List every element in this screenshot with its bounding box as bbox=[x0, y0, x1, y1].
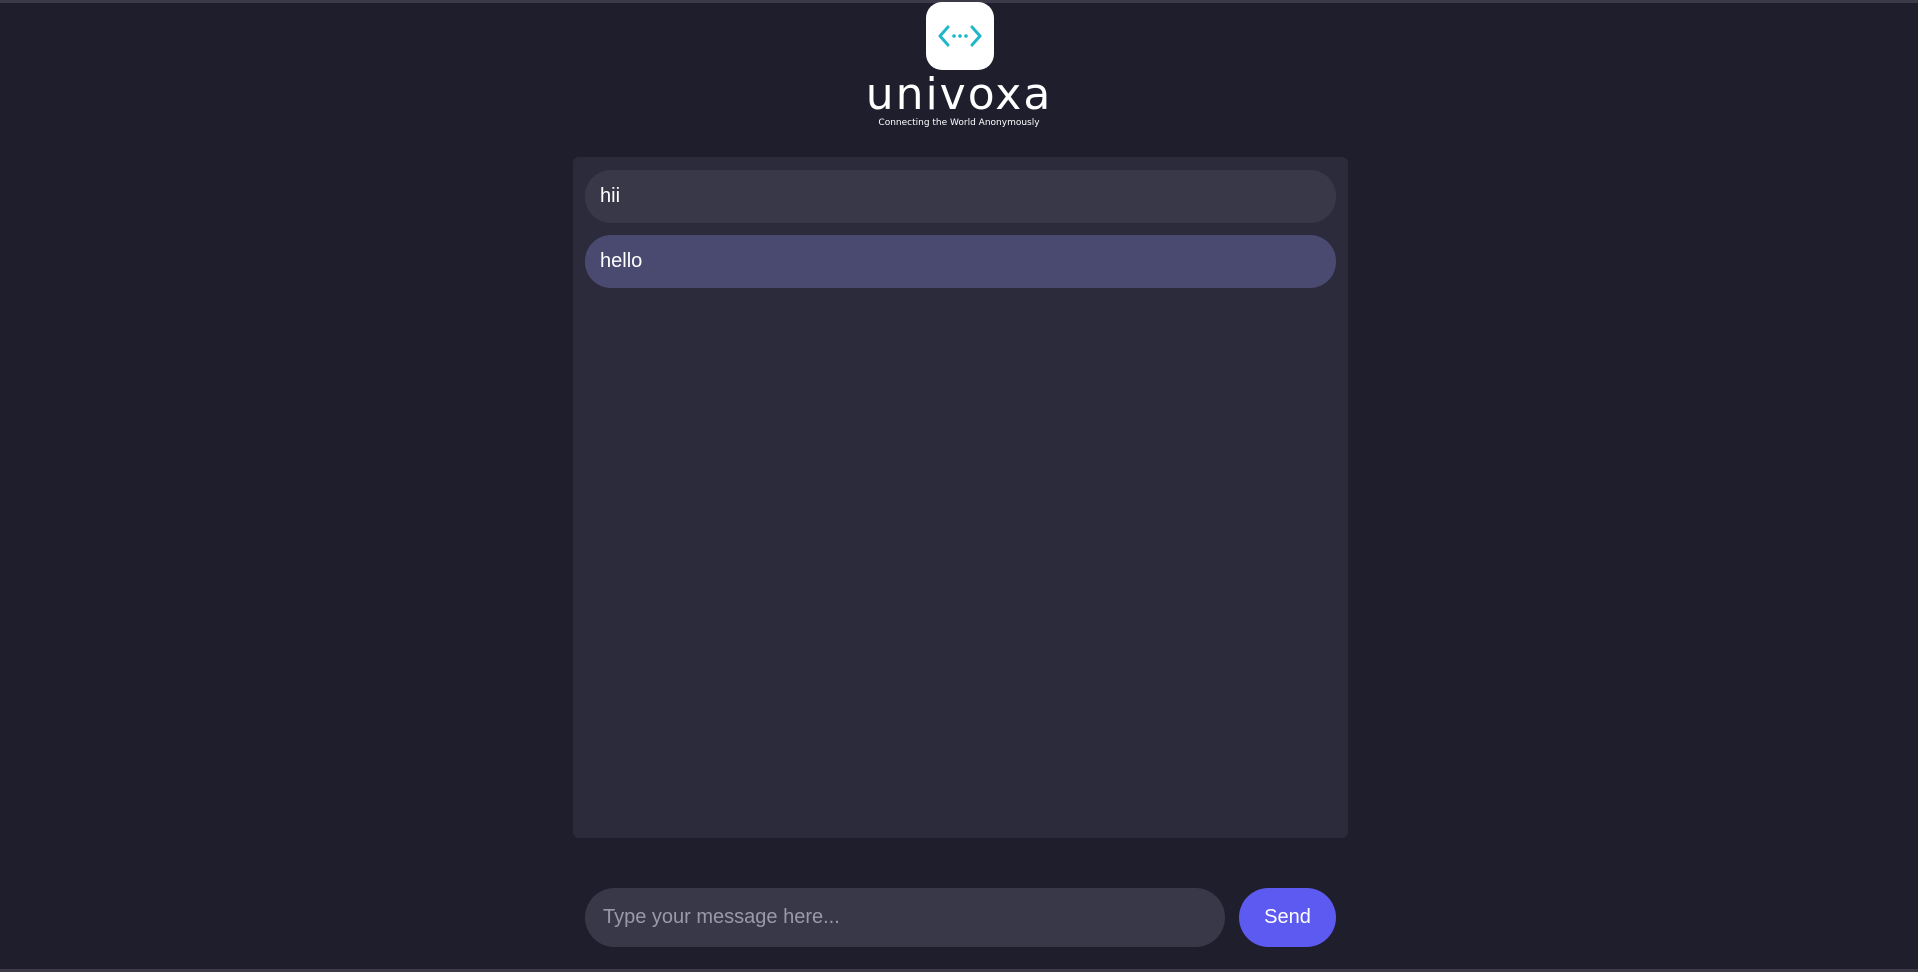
message-input[interactable] bbox=[585, 888, 1225, 947]
code-arrows-icon bbox=[938, 25, 982, 47]
message-text: hello bbox=[600, 250, 643, 272]
brand-tagline: Connecting the World Anonymously bbox=[878, 118, 1040, 128]
brand-name: univoxa bbox=[865, 69, 1053, 120]
message-composer: Send bbox=[585, 888, 1336, 947]
send-button[interactable]: Send bbox=[1239, 888, 1336, 947]
chat-messages-panel[interactable]: hii hello bbox=[573, 157, 1348, 838]
message-bubble: hii bbox=[585, 170, 1336, 223]
message-bubble: hello bbox=[585, 235, 1336, 288]
message-text: hii bbox=[600, 185, 621, 207]
logo-badge bbox=[926, 2, 994, 70]
